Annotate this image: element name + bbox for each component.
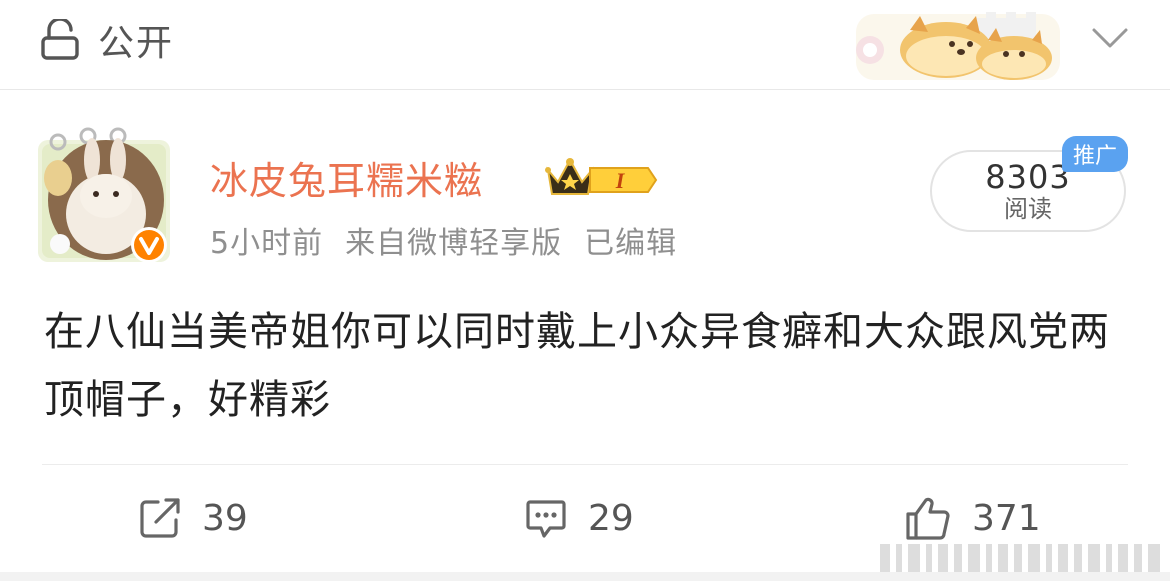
author-name[interactable]: 冰皮兔耳糯米糍 xyxy=(210,150,483,205)
post-meta: 5小时前 来自微博轻享版 已编辑 xyxy=(210,218,677,262)
read-count: 8303 xyxy=(985,158,1071,196)
comment-count: 29 xyxy=(588,497,634,539)
privacy-label: 公开 xyxy=(98,23,175,64)
weibo-post-card: 公开 冰皮兔耳糯米糍 I 5小时前 来自微博轻享版 已编辑 8303 阅读 推广… xyxy=(0,0,1170,581)
thumbs-up-icon xyxy=(906,497,950,540)
lock-open-icon xyxy=(41,19,79,60)
shiba-bread-dogs-sticker xyxy=(856,12,1060,80)
comment-icon xyxy=(526,500,566,538)
divider xyxy=(42,464,1128,465)
promote-tag[interactable]: 推广 xyxy=(1062,136,1128,172)
vip-level: I xyxy=(615,168,626,193)
read-label: 阅读 xyxy=(1004,195,1052,223)
orange-verified-badge-icon xyxy=(131,227,167,263)
bottom-separator xyxy=(0,572,1170,581)
post-time: 5小时前 xyxy=(210,226,324,261)
edited-label[interactable]: 已编辑 xyxy=(584,218,677,262)
post-text: 在八仙当美帝姐你可以同时戴上小众异食癖和大众跟风党两顶帽子，好精彩 xyxy=(44,309,1110,423)
comment-button[interactable]: 29 xyxy=(524,488,634,548)
chevron-down-icon[interactable] xyxy=(1090,22,1130,54)
post-source[interactable]: 来自微博轻享版 xyxy=(345,218,562,262)
repost-count: 39 xyxy=(202,497,248,539)
crown-vip-level-badge[interactable]: I xyxy=(542,152,662,200)
like-count: 371 xyxy=(972,497,1041,539)
repost-button[interactable]: 39 xyxy=(138,488,248,548)
privacy-setting[interactable]: 公开 xyxy=(40,18,174,64)
share-icon xyxy=(140,498,180,538)
post-visibility-bar: 公开 xyxy=(0,0,1170,90)
